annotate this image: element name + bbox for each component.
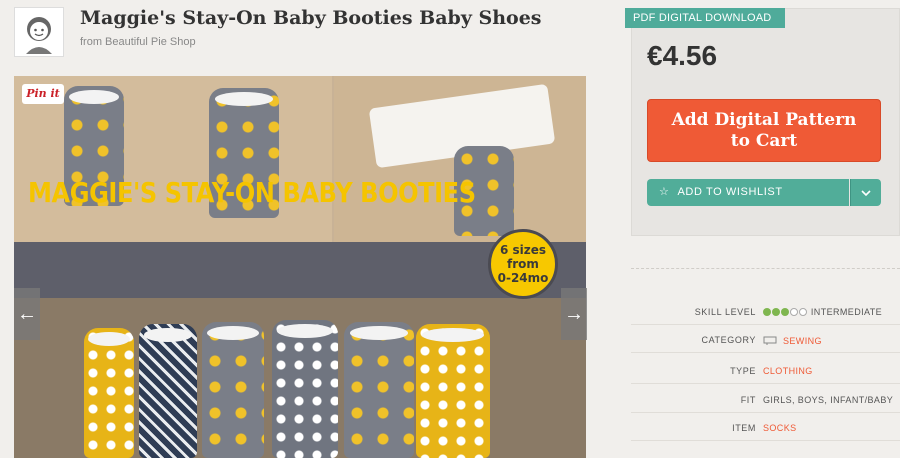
skill-level-label: SKILL LEVEL — [694, 307, 756, 317]
sewing-machine-icon — [763, 336, 777, 345]
detail-row-skill: SKILL LEVEL INTERMEDIATE — [631, 301, 900, 325]
category-label: CATEGORY — [701, 335, 756, 345]
skill-level-text: INTERMEDIATE — [810, 307, 883, 317]
pin-it-button[interactable]: Pin it — [22, 84, 64, 104]
bootie-image — [344, 322, 414, 458]
fit-label: FIT — [740, 395, 756, 405]
photo-panel-right — [334, 76, 586, 242]
product-title: Maggie's Stay-On Baby Booties Baby Shoes — [80, 7, 542, 29]
next-image-arrow[interactable]: → — [561, 288, 587, 340]
shop-avatar[interactable] — [14, 7, 64, 57]
price: €4.56 — [647, 40, 718, 71]
skill-dot — [772, 308, 780, 316]
skill-level-dots — [763, 307, 808, 317]
skill-dot — [799, 308, 807, 316]
bootie-image — [272, 320, 338, 458]
item-link[interactable]: SOCKS — [763, 423, 797, 433]
photo-ground — [14, 298, 586, 458]
chevron-down-icon — [861, 190, 871, 197]
divider — [631, 268, 900, 269]
bootie-image — [416, 324, 490, 458]
fit-value: GIRLS, BOYS, INFANT/BABY — [763, 395, 894, 405]
prev-image-arrow[interactable]: ← — [14, 288, 40, 340]
badge-line: 6 sizes — [499, 243, 547, 257]
shop-byline[interactable]: from Beautiful Pie Shop — [80, 36, 196, 48]
skill-level-value: INTERMEDIATE — [763, 307, 882, 317]
detail-row-fit: FIT GIRLS, BOYS, INFANT/BABY — [631, 389, 900, 413]
badge-line: from — [507, 257, 539, 271]
type-label: TYPE — [730, 366, 756, 376]
format-tag: PDF DIGITAL DOWNLOAD — [625, 8, 786, 28]
category-value: SEWING — [763, 335, 822, 346]
detail-row-category: CATEGORY SEWING — [631, 329, 900, 353]
bootie-image — [139, 324, 197, 458]
category-link[interactable]: SEWING — [783, 336, 822, 346]
bootie-image — [202, 322, 264, 458]
sizes-badge: 6 sizes from 0-24mo — [488, 229, 558, 299]
banner-title: MAGGIE'S STAY-ON BABY BOOTIES — [28, 176, 476, 209]
item-label: ITEM — [732, 423, 756, 433]
detail-row-item: ITEM SOCKS — [631, 417, 900, 441]
add-to-cart-label: Add Digital Pattern — [671, 110, 857, 130]
detail-row-type: TYPE CLOTHING — [631, 360, 900, 384]
skill-dot — [790, 308, 798, 316]
add-to-cart-button[interactable]: Add Digital Pattern to Cart — [647, 99, 881, 162]
shop-avatar-icon — [26, 17, 52, 54]
type-link[interactable]: CLOTHING — [763, 366, 813, 376]
bootie-image — [84, 328, 134, 458]
wishlist-dropdown-button[interactable] — [850, 179, 881, 206]
skill-dot — [781, 308, 789, 316]
wishlist-label: ADD TO WISHLIST — [677, 186, 783, 198]
add-to-wishlist-button[interactable]: ☆ ADD TO WISHLIST — [647, 179, 849, 206]
skill-dot — [763, 308, 771, 316]
add-to-cart-label: to Cart — [730, 131, 798, 151]
badge-line: 0-24mo — [497, 271, 549, 285]
star-icon: ☆ — [659, 186, 670, 198]
